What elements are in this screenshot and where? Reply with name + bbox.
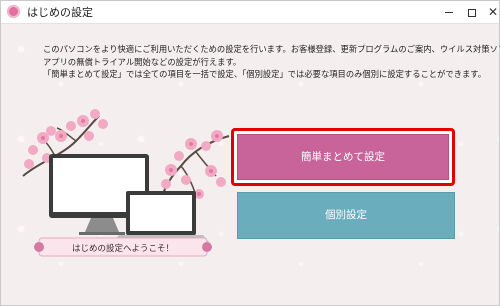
- laptop-icon: [113, 191, 209, 242]
- welcome-banner-text: はじめの設定へようこそ！: [72, 243, 174, 254]
- intro-line: アプリの無償トライアル開始などの設定が行えます。: [43, 56, 242, 67]
- window-title: はじめの設定: [27, 6, 93, 19]
- close-button[interactable]: ✕: [481, 2, 500, 22]
- intro-line: 「簡単まとめて設定」では全ての項目を一括で設定、「個別設定」では必要な項目のみ個…: [43, 69, 487, 79]
- title-bar: はじめの設定 ✕: [1, 1, 499, 24]
- setup-window: はじめの設定 ✕ このパソコンをより快適にご利用いただくための設定を行います。お…: [0, 0, 500, 306]
- intro-text: このパソコンをより快適にご利用いただくための設定を行います。お客様登録、更新プロ…: [43, 43, 500, 81]
- intro-line: このパソコンをより快適にご利用いただくための設定を行います。お客様登録、更新プロ…: [43, 44, 500, 54]
- individual-setup-button[interactable]: 個別設定: [237, 192, 455, 239]
- minimize-button[interactable]: [437, 2, 461, 22]
- close-icon: ✕: [487, 5, 499, 19]
- minimize-icon: [445, 12, 453, 13]
- app-icon: [7, 5, 20, 18]
- simple-setup-button[interactable]: 簡単まとめて設定: [237, 134, 449, 180]
- welcome-illustration: はじめの設定へようこそ！: [22, 109, 230, 257]
- simple-setup-highlight: 簡単まとめて設定: [231, 128, 455, 186]
- welcome-banner: はじめの設定へようこそ！: [34, 237, 212, 257]
- maximize-icon: [468, 8, 476, 17]
